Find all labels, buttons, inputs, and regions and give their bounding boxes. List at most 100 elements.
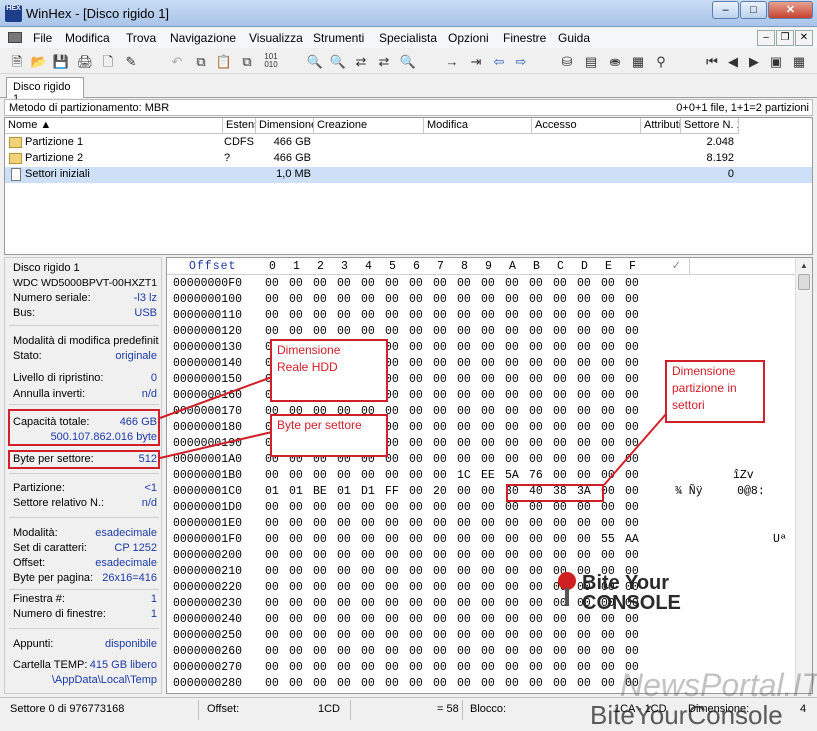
hex-byte[interactable]: 00: [481, 645, 495, 658]
hex-byte[interactable]: 00: [481, 581, 495, 594]
hex-byte[interactable]: 00: [385, 581, 399, 594]
hex-byte[interactable]: 00: [529, 389, 543, 402]
hex-byte[interactable]: 00: [601, 517, 615, 530]
hex-byte[interactable]: 00: [313, 581, 327, 594]
hex-byte[interactable]: 00: [529, 341, 543, 354]
hex-byte[interactable]: 00: [265, 613, 279, 626]
hex-byte[interactable]: 01: [265, 485, 279, 498]
hex-byte[interactable]: 00: [457, 645, 471, 658]
hex-byte[interactable]: 00: [505, 421, 519, 434]
hex-byte[interactable]: 1C: [457, 469, 471, 482]
hex-byte[interactable]: 00: [361, 309, 375, 322]
hex-byte[interactable]: 00: [601, 293, 615, 306]
hex-byte[interactable]: 00: [577, 629, 591, 642]
hex-byte[interactable]: 00: [553, 501, 567, 514]
hex-byte[interactable]: 00: [529, 421, 543, 434]
hex-byte[interactable]: 00: [265, 565, 279, 578]
hex-byte[interactable]: 00: [289, 533, 303, 546]
hex-byte[interactable]: 00: [409, 661, 423, 674]
hex-row[interactable]: 00000001C0 01 01 BE 01 D1 FF 00 20 00 00 30 40 38 3A 00…: [167, 485, 812, 501]
hex-byte[interactable]: 00: [337, 293, 351, 306]
hex-byte[interactable]: 00: [553, 629, 567, 642]
menu-finestre[interactable]: Finestre: [503, 31, 546, 45]
edit-icon[interactable]: ✎: [122, 53, 140, 70]
hex-byte[interactable]: 00: [577, 549, 591, 562]
hex-byte[interactable]: 00: [337, 549, 351, 562]
hex-byte[interactable]: 00: [313, 293, 327, 306]
hex-byte[interactable]: 00: [433, 325, 447, 338]
hex-byte[interactable]: 00: [289, 293, 303, 306]
hex-byte[interactable]: 00: [481, 517, 495, 530]
hex-byte[interactable]: 00: [601, 373, 615, 386]
forward-icon[interactable]: ⇨: [512, 53, 530, 70]
hex-byte[interactable]: 00: [505, 389, 519, 402]
hex-byte[interactable]: 00: [601, 405, 615, 418]
hex-byte[interactable]: 00: [625, 325, 639, 338]
hex-byte[interactable]: 00: [265, 277, 279, 290]
hex-byte[interactable]: 00: [433, 517, 447, 530]
hex-byte[interactable]: 01: [337, 485, 351, 498]
disk-menu-icon[interactable]: [8, 32, 22, 43]
hex-row-text[interactable]: ¾ Ñÿ 0@8:: [675, 485, 765, 498]
hex-byte[interactable]: 00: [553, 357, 567, 370]
hex-byte[interactable]: 55: [601, 533, 615, 546]
hex-byte[interactable]: 00: [433, 597, 447, 610]
hex-byte[interactable]: 00: [457, 341, 471, 354]
hex-byte[interactable]: 00: [361, 277, 375, 290]
replace-text-icon[interactable]: ⇄: [352, 53, 370, 70]
list-item[interactable]: Partizione 2 ? 466 GB 8.192: [5, 151, 812, 167]
hex-byte[interactable]: 00: [361, 613, 375, 626]
hex-byte[interactable]: 00: [385, 469, 399, 482]
hex-byte[interactable]: 00: [601, 277, 615, 290]
hex-row[interactable]: 0000000200 00 00 00 00 00 00 00 00 00 00 00 00 00 00 00…: [167, 549, 812, 565]
find-hex-icon[interactable]: 🔍: [329, 53, 347, 70]
binary-icon[interactable]: 101 010: [262, 53, 280, 70]
menu-strumenti[interactable]: Strumenti: [313, 31, 364, 45]
copy-sector-icon[interactable]: ⧉: [238, 53, 256, 70]
hex-byte[interactable]: 00: [385, 501, 399, 514]
hex-byte[interactable]: 00: [529, 517, 543, 530]
hex-byte[interactable]: 00: [409, 645, 423, 658]
hex-byte[interactable]: 00: [481, 357, 495, 370]
hex-byte[interactable]: 00: [361, 549, 375, 562]
hex-byte[interactable]: 00: [577, 309, 591, 322]
hex-byte[interactable]: 00: [481, 677, 495, 690]
hex-byte[interactable]: 00: [481, 629, 495, 642]
hex-byte[interactable]: 00: [601, 357, 615, 370]
hex-byte[interactable]: 00: [409, 597, 423, 610]
hex-byte[interactable]: 00: [625, 357, 639, 370]
hex-byte[interactable]: 00: [409, 373, 423, 386]
find-again-icon[interactable]: 🔍: [399, 53, 417, 70]
hex-byte[interactable]: 00: [601, 469, 615, 482]
hex-byte[interactable]: 00: [529, 309, 543, 322]
hex-byte[interactable]: 00: [457, 565, 471, 578]
hex-byte[interactable]: 00: [553, 549, 567, 562]
hex-row[interactable]: 00000001A0 00 00 00 00 00 00 00 00 00 00 00 00 00 00 00…: [167, 453, 812, 469]
hex-byte[interactable]: 00: [457, 581, 471, 594]
hex-row-text[interactable]: îZv: [733, 469, 754, 482]
hex-byte[interactable]: 00: [409, 517, 423, 530]
column-name[interactable]: Nome ▲: [5, 118, 223, 134]
hex-byte[interactable]: 00: [409, 613, 423, 626]
list-item[interactable]: Partizione 1 CDFS 466 GB 2.048: [5, 135, 812, 151]
hex-byte[interactable]: 00: [577, 677, 591, 690]
hex-byte[interactable]: 00: [457, 613, 471, 626]
hex-byte[interactable]: 00: [505, 517, 519, 530]
hex-byte[interactable]: 00: [553, 469, 567, 482]
disk-tools-icon[interactable]: ⛂: [606, 53, 624, 70]
hex-byte[interactable]: 00: [433, 373, 447, 386]
hex-byte[interactable]: 00: [361, 517, 375, 530]
hex-byte[interactable]: 00: [553, 517, 567, 530]
hex-byte[interactable]: 00: [553, 389, 567, 402]
hex-byte[interactable]: 00: [625, 389, 639, 402]
hex-byte[interactable]: 00: [625, 309, 639, 322]
hex-byte[interactable]: 00: [361, 501, 375, 514]
hex-byte[interactable]: 00: [433, 549, 447, 562]
close-button[interactable]: ✕: [768, 1, 813, 19]
hex-byte[interactable]: 00: [313, 629, 327, 642]
hex-byte[interactable]: 00: [289, 581, 303, 594]
hex-byte[interactable]: 00: [553, 373, 567, 386]
menu-opzioni[interactable]: Opzioni: [448, 31, 489, 45]
hex-byte[interactable]: 00: [337, 501, 351, 514]
hex-byte[interactable]: 00: [481, 549, 495, 562]
